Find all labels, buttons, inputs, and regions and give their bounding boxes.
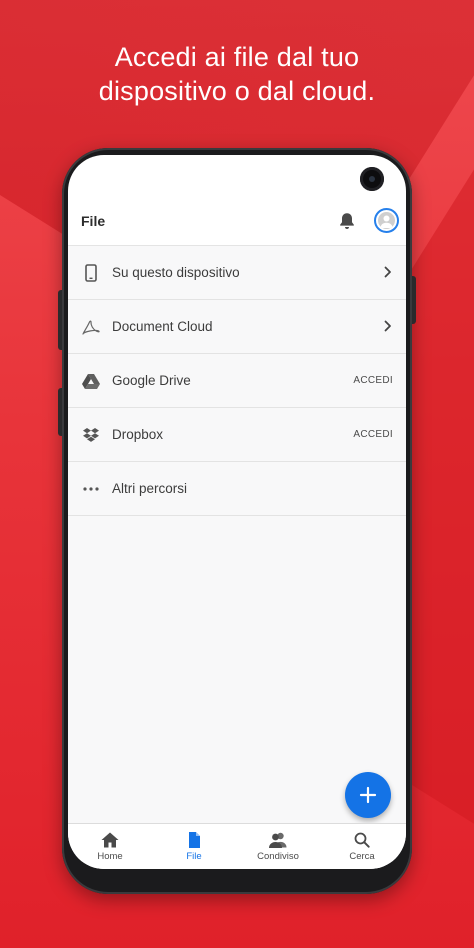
locations-list: Su questo dispositivo Document Cloud Goo…	[68, 245, 406, 833]
bottom-tab-bar: Home File Condiviso Cerca	[68, 823, 406, 869]
more-icon	[81, 479, 101, 499]
acrobat-icon	[81, 317, 101, 337]
avatar-icon	[378, 212, 395, 229]
promo-headline-line2: dispositivo o dal cloud.	[98, 76, 376, 106]
search-icon	[352, 831, 372, 849]
home-icon	[100, 831, 120, 849]
tab-shared[interactable]: Condiviso	[236, 824, 320, 869]
add-button[interactable]	[345, 772, 391, 818]
list-item-label: Google Drive	[112, 373, 191, 388]
plus-icon	[359, 786, 377, 804]
sign-in-link[interactable]: ACCEDI	[353, 375, 393, 386]
list-item-other-locations[interactable]: Altri percorsi	[68, 462, 406, 516]
google-drive-icon	[81, 371, 101, 391]
tab-file[interactable]: File	[152, 824, 236, 869]
front-camera	[360, 167, 384, 191]
app-bar: File	[68, 195, 406, 245]
file-icon	[184, 831, 204, 849]
people-icon	[268, 831, 288, 849]
page-title: File	[81, 213, 106, 229]
promo-headline-line1: Accedi ai file dal tuo	[114, 42, 360, 72]
phone-screen: File Su questo dispositivo Document Clou…	[68, 155, 406, 869]
sign-in-link[interactable]: ACCEDI	[353, 429, 393, 440]
phone-frame: File Su questo dispositivo Document Clou…	[58, 148, 416, 894]
list-item-label: Document Cloud	[112, 319, 213, 334]
list-item-device[interactable]: Su questo dispositivo	[68, 246, 406, 300]
tab-label: Condiviso	[257, 851, 299, 862]
phone-icon	[81, 263, 101, 283]
phone-side-button	[58, 388, 62, 436]
tab-home[interactable]: Home	[68, 824, 152, 869]
list-item-google-drive[interactable]: Google Drive ACCEDI	[68, 354, 406, 408]
tab-label: Cerca	[349, 851, 375, 862]
promo-headline: Accedi ai file dal tuo dispositivo o dal…	[0, 40, 474, 108]
list-item-label: Dropbox	[112, 427, 164, 442]
list-item-dropbox[interactable]: Dropbox ACCEDI	[68, 408, 406, 462]
list-item-label: Altri percorsi	[112, 481, 188, 496]
list-item-document-cloud[interactable]: Document Cloud	[68, 300, 406, 354]
tab-label: Home	[97, 851, 123, 862]
avatar[interactable]	[374, 208, 399, 233]
bell-icon[interactable]	[338, 211, 356, 231]
tab-search[interactable]: Cerca	[320, 824, 404, 869]
tab-label: File	[186, 851, 202, 862]
phone-side-button	[412, 276, 416, 324]
phone-side-button	[58, 290, 62, 350]
dropbox-icon	[81, 425, 101, 445]
list-item-label: Su questo dispositivo	[112, 265, 240, 280]
chevron-right-icon	[382, 318, 394, 334]
chevron-right-icon	[382, 264, 394, 280]
